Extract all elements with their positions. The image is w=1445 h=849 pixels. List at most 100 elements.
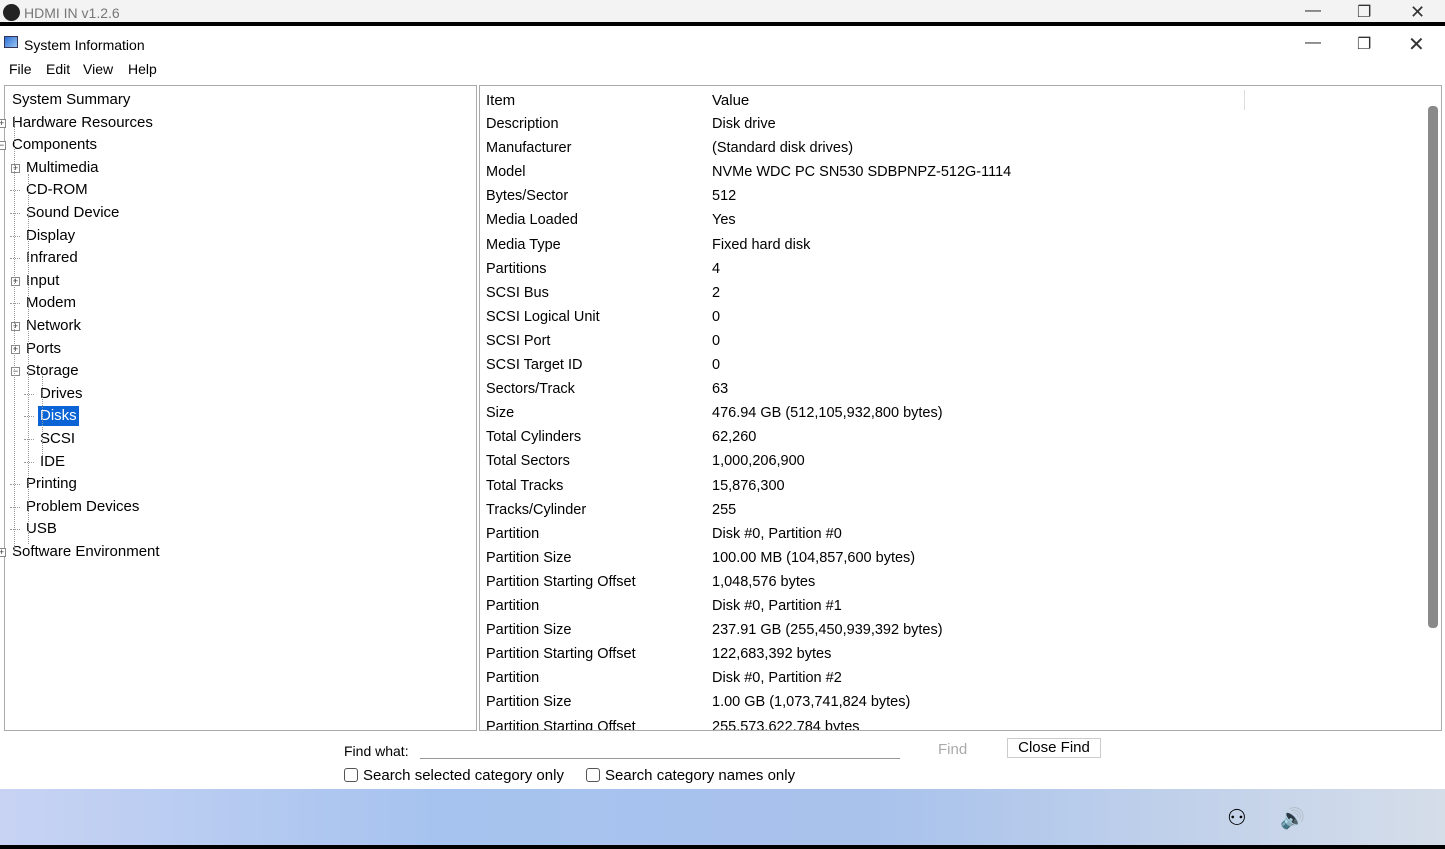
tree-item-usb[interactable]: USB — [24, 519, 59, 539]
find-button[interactable]: Find — [938, 741, 967, 758]
close-button[interactable]: ✕ — [1408, 32, 1425, 57]
list-item[interactable]: Partitions 4 — [486, 261, 720, 277]
item-name: Model — [486, 164, 526, 181]
list-item[interactable]: Total Cylinders 62,260 — [486, 429, 756, 445]
item-name: SCSI Port — [486, 332, 551, 349]
list-item[interactable]: SCSI Logical Unit 0 — [486, 309, 720, 325]
app-title: System Information — [24, 37, 145, 53]
tree-connector — [10, 258, 20, 260]
collapse-icon[interactable]: − — [0, 141, 6, 151]
tree-item-scsi[interactable]: SCSI — [38, 429, 77, 449]
tree-item-components[interactable]: Components — [10, 135, 99, 155]
tree-item-drives[interactable]: Drives — [38, 384, 85, 404]
list-item[interactable]: Sectors/Track 63 — [486, 381, 728, 397]
tree-connector — [28, 174, 29, 544]
search-selected-category-checkbox[interactable]: Search selected category only — [344, 767, 564, 784]
find-label: Find what: — [344, 743, 409, 759]
menu-help[interactable]: Help — [128, 61, 157, 77]
list-item[interactable]: Partition Size 237.91 GB (255,450,939,392… — [486, 622, 943, 639]
tree-item-cd-rom[interactable]: CD-ROM — [24, 180, 90, 200]
tree-item-infrared[interactable]: Infrared — [24, 248, 80, 268]
item-name: Manufacturer — [486, 140, 572, 157]
tree-item-system-summary[interactable]: System Summary — [10, 90, 132, 110]
list-item[interactable]: Partition Disk #0, Partition #1 — [486, 598, 842, 614]
item-value: 1,048,576 bytes — [712, 573, 816, 590]
list-item[interactable]: Description Disk drive — [486, 116, 776, 132]
tree-connector — [24, 416, 34, 418]
item-value: 2 — [712, 284, 721, 301]
menu-file[interactable]: File — [9, 61, 32, 77]
expand-icon[interactable]: + — [0, 118, 6, 128]
close-find-button[interactable]: Close Find — [1007, 738, 1101, 758]
list-item[interactable]: Manufacturer (Standard disk drives) — [486, 140, 853, 157]
vertical-scrollbar[interactable] — [1428, 106, 1438, 628]
list-item[interactable]: Model NVMe WDC PC SN530 SDBPNPZ-512G-1114 — [486, 164, 1011, 181]
tree-item-input[interactable]: Input — [24, 271, 61, 291]
list-item[interactable]: Partition Disk #0, Partition #2 — [486, 670, 842, 686]
expand-icon[interactable]: + — [0, 548, 6, 557]
tree-item-problem-devices[interactable]: Problem Devices — [24, 497, 141, 517]
column-divider[interactable] — [1244, 90, 1245, 110]
list-item[interactable]: Partition Disk #0, Partition #0 — [486, 526, 842, 542]
tree-item-modem[interactable]: Modem — [24, 293, 78, 313]
tree-item-printing[interactable]: Printing — [24, 474, 79, 494]
expand-icon[interactable]: + — [11, 163, 20, 173]
expand-icon[interactable]: + — [11, 276, 20, 286]
tree-item-network[interactable]: Network — [24, 316, 83, 336]
column-header-value[interactable]: Value — [712, 92, 749, 109]
list-item[interactable]: Partition Size 1.00 GB (1,073,741,824 byt… — [486, 694, 910, 710]
minimize-button[interactable]: — — [1305, 34, 1321, 52]
outer-maximize-button[interactable]: ❐ — [1357, 2, 1371, 22]
item-value: 237.91 GB (255,450,939,392 bytes) — [712, 622, 943, 639]
item-value: NVMe WDC PC SN530 SDBPNPZ-512G-1114 — [712, 164, 1012, 181]
details-list[interactable]: Item Value Description Disk drive Manufact… — [479, 85, 1442, 731]
list-item[interactable]: Partition Starting Offset 122,683,392 byt… — [486, 646, 831, 662]
volume-icon[interactable]: 🔊 — [1280, 806, 1305, 831]
list-item[interactable]: Partition Starting Offset 255,573,622,784… — [486, 719, 860, 731]
list-item[interactable]: Bytes/Sector 512 — [486, 188, 736, 204]
list-item[interactable]: SCSI Bus 2 — [486, 285, 720, 301]
outer-minimize-button[interactable]: — — [1305, 2, 1321, 20]
accessibility-icon[interactable]: ⚇ — [1227, 805, 1247, 831]
list-item[interactable]: Partition Starting Offset 1,048,576 bytes — [486, 574, 815, 590]
tree-item-display[interactable]: Display — [24, 226, 77, 246]
list-item[interactable]: Total Tracks 15,876,300 — [486, 478, 785, 494]
list-item[interactable]: Partition Size 100.00 MB (104,857,600 byt… — [486, 549, 915, 566]
column-header-item[interactable]: Item — [486, 92, 515, 109]
outer-close-button[interactable]: ✕ — [1410, 2, 1425, 23]
tree-connector — [10, 190, 20, 192]
find-input[interactable] — [420, 741, 900, 759]
taskbar: ⚇ 🔊 — [0, 789, 1445, 849]
tree-item-ports[interactable]: Ports — [24, 339, 63, 359]
tree-item-disks[interactable]: Disks — [38, 406, 79, 427]
item-name: Partition Size — [486, 549, 572, 566]
tree-connector — [10, 484, 20, 486]
tree-item-multimedia[interactable]: Multimedia — [24, 158, 101, 178]
item-name: Partition Size — [486, 622, 572, 639]
list-item[interactable]: Total Sectors 1,000,206,900 — [486, 453, 805, 470]
list-item[interactable]: Media Loaded Yes — [486, 212, 736, 228]
list-item[interactable]: Media Type Fixed hard disk — [486, 237, 810, 253]
maximize-button[interactable]: ❐ — [1357, 34, 1371, 54]
tree-item-software-environment[interactable]: Software Environment — [10, 542, 162, 562]
item-value: Yes — [712, 212, 736, 229]
expand-icon[interactable]: + — [11, 322, 20, 331]
item-name: Total Sectors — [486, 453, 570, 470]
item-value: 100.00 MB (104,857,600 bytes) — [712, 549, 916, 566]
collapse-icon[interactable]: − — [11, 367, 20, 377]
list-item[interactable]: SCSI Port 0 — [486, 332, 720, 349]
tree-item-storage[interactable]: Storage — [24, 361, 81, 381]
tree-item-hardware-resources[interactable]: Hardware Resources — [10, 113, 155, 133]
list-item[interactable]: Tracks/Cylinder 255 — [486, 502, 736, 518]
list-item[interactable]: SCSI Target ID 0 — [486, 357, 720, 373]
item-value: Fixed hard disk — [712, 236, 811, 253]
menu-view[interactable]: View — [83, 61, 113, 77]
tree-item-sound-device[interactable]: Sound Device — [24, 203, 121, 223]
list-item[interactable]: Size 476.94 GB (512,105,932,800 bytes) — [486, 405, 943, 421]
item-value: 0 — [712, 357, 721, 373]
search-category-names-checkbox[interactable]: Search category names only — [586, 767, 795, 784]
expand-icon[interactable]: + — [11, 344, 20, 354]
menu-edit[interactable]: Edit — [46, 61, 70, 77]
category-tree[interactable]: System Summary + Hardware Resources − Compon… — [0, 85, 477, 731]
item-value: 0 — [712, 308, 721, 325]
